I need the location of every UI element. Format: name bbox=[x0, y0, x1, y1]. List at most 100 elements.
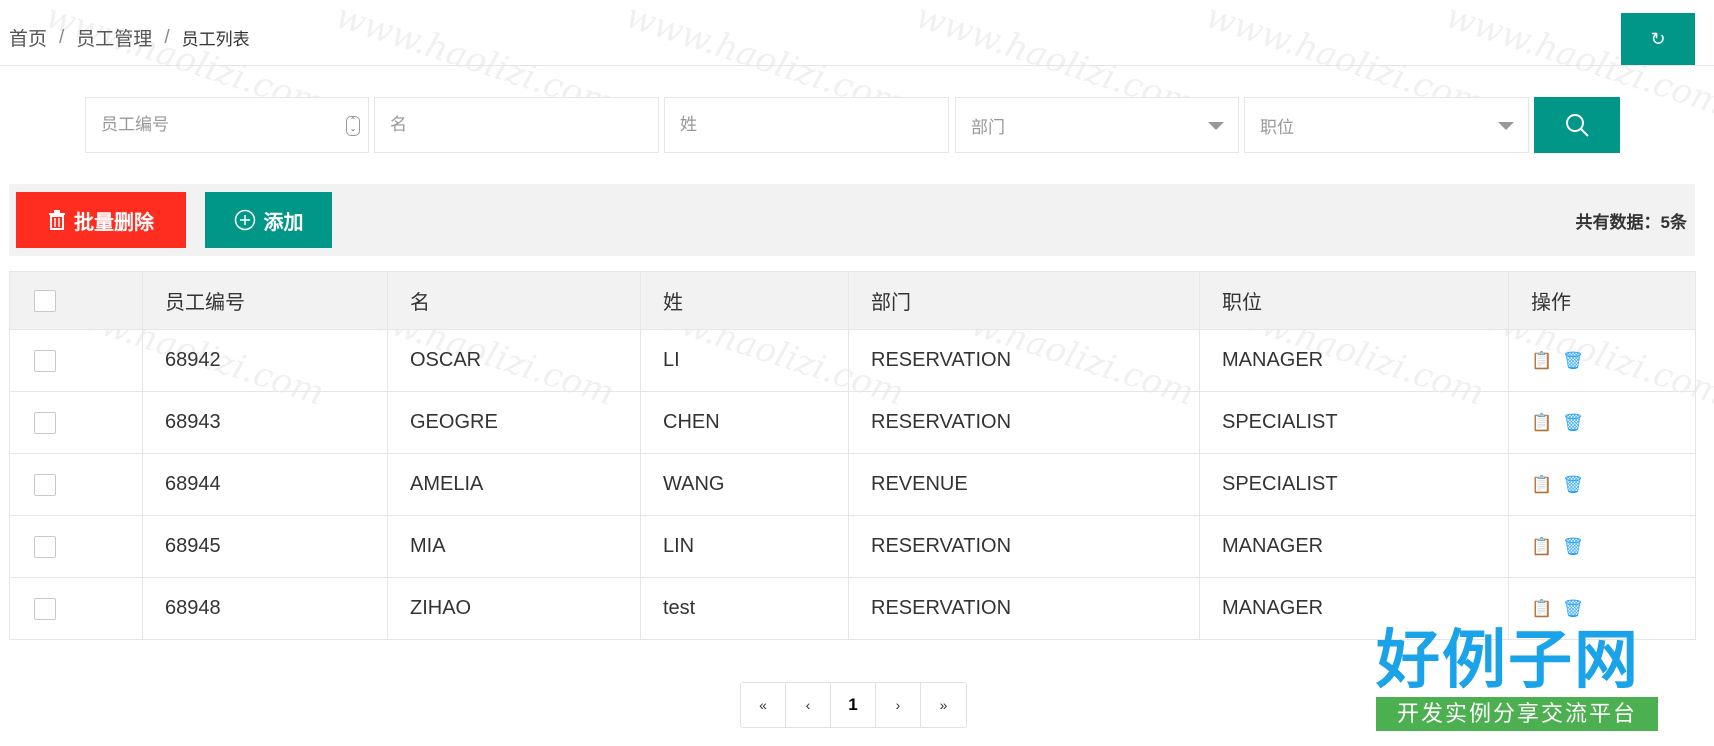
breadcrumb: 首页 / 员工管理 / 员工列表 bbox=[9, 24, 250, 51]
row-select-cell bbox=[9, 329, 143, 392]
breadcrumb-separator: / bbox=[164, 26, 170, 48]
cell-last-name: LI bbox=[640, 329, 849, 392]
row-checkbox[interactable] bbox=[34, 473, 56, 496]
delete-icon[interactable]: 🗑 bbox=[1562, 476, 1584, 493]
cell-department: REVENUE bbox=[848, 453, 1200, 516]
row-checkbox[interactable] bbox=[34, 411, 56, 434]
batch-delete-button[interactable]: 批量删除 bbox=[16, 192, 186, 248]
cell-department: RESERVATION bbox=[848, 329, 1200, 392]
table-row: 68945 MIA LIN RESERVATION MANAGER 📋 🗑 bbox=[9, 515, 1696, 578]
cell-department: RESERVATION bbox=[848, 577, 1200, 640]
column-header: 职位 bbox=[1199, 271, 1509, 330]
edit-icon[interactable]: 📋 bbox=[1531, 600, 1552, 617]
spinner-icon[interactable]: ⌃ ⌄ bbox=[346, 116, 360, 136]
last-name-field[interactable] bbox=[664, 97, 949, 153]
cell-last-name: WANG bbox=[640, 453, 849, 516]
delete-icon[interactable]: 🗑 bbox=[1562, 600, 1584, 617]
cell-position: SPECIALIST bbox=[1199, 453, 1509, 516]
table-toolbar: 批量删除 添加 共有数据：5条 bbox=[9, 184, 1695, 256]
logo-sub-text: 开发实例分享交流平台 bbox=[1376, 697, 1658, 731]
row-actions: 📋 🗑 bbox=[1531, 414, 1584, 431]
delete-icon[interactable]: 🗑 bbox=[1562, 352, 1584, 369]
row-actions: 📋 🗑 bbox=[1531, 538, 1584, 555]
chevron-down-icon bbox=[1208, 122, 1224, 130]
first-page-button[interactable]: « bbox=[741, 683, 786, 727]
row-select-cell bbox=[9, 577, 143, 640]
column-header: 员工编号 bbox=[142, 271, 388, 330]
plus-circle-icon bbox=[234, 209, 255, 231]
cell-actions: 📋 🗑 bbox=[1508, 515, 1696, 578]
next-page-button[interactable]: › bbox=[876, 683, 921, 727]
column-header: 部门 bbox=[848, 271, 1200, 330]
row-checkbox[interactable] bbox=[34, 597, 56, 620]
department-select[interactable]: 部门 bbox=[955, 97, 1239, 153]
chevron-down-icon bbox=[1498, 122, 1514, 130]
cell-first-name: GEOGRE bbox=[387, 391, 641, 454]
logo-main-text: 好例子网 bbox=[1376, 623, 1640, 698]
breadcrumb-section[interactable]: 员工管理 bbox=[76, 24, 152, 51]
prev-page-button[interactable]: ‹ bbox=[786, 683, 831, 727]
emp-id-field[interactable]: ⌃⌄ bbox=[85, 97, 369, 153]
search-icon bbox=[1566, 114, 1589, 137]
cell-first-name: OSCAR bbox=[387, 329, 641, 392]
row-actions: 📋 🗑 bbox=[1531, 476, 1584, 493]
edit-icon[interactable]: 📋 bbox=[1531, 352, 1552, 369]
cell-last-name: test bbox=[640, 577, 849, 640]
cell-first-name: ZIHAO bbox=[387, 577, 641, 640]
row-select-cell bbox=[9, 391, 143, 454]
add-button[interactable]: 添加 bbox=[205, 192, 332, 248]
row-actions: 📋 🗑 bbox=[1531, 600, 1584, 617]
delete-icon[interactable]: 🗑 bbox=[1562, 414, 1584, 431]
delete-icon[interactable]: 🗑 bbox=[1562, 538, 1584, 555]
cell-first-name: AMELIA bbox=[387, 453, 641, 516]
first-name-field[interactable] bbox=[374, 97, 659, 153]
batch-delete-label: 批量删除 bbox=[74, 211, 154, 234]
table-row: 68942 OSCAR LI RESERVATION MANAGER 📋 🗑 bbox=[9, 329, 1696, 392]
last-name-input[interactable] bbox=[680, 115, 948, 135]
breadcrumb-separator: / bbox=[59, 26, 65, 48]
cell-first-name: MIA bbox=[387, 515, 641, 578]
search-button[interactable] bbox=[1534, 97, 1620, 153]
position-select-placeholder: 职位 bbox=[1260, 117, 1294, 137]
top-bar: 首页 / 员工管理 / 员工列表 ↻ bbox=[0, 0, 1714, 66]
watermark-logo: 好例子网 开发实例分享交流平台 bbox=[1376, 625, 1658, 731]
row-checkbox[interactable] bbox=[34, 349, 56, 372]
table-row: 68944 AMELIA WANG REVENUE SPECIALIST 📋 🗑 bbox=[9, 453, 1696, 516]
row-checkbox[interactable] bbox=[34, 535, 56, 558]
cell-emp-id: 68943 bbox=[142, 391, 388, 454]
cell-actions: 📋 🗑 bbox=[1508, 453, 1696, 516]
cell-emp-id: 68942 bbox=[142, 329, 388, 392]
edit-icon[interactable]: 📋 bbox=[1531, 476, 1552, 493]
refresh-button[interactable]: ↻ bbox=[1621, 13, 1695, 65]
employee-table: 员工编号 名 姓 部门 职位 操作 68942 OSCAR LI RESERVA… bbox=[9, 271, 1696, 640]
cell-emp-id: 68945 bbox=[142, 515, 388, 578]
add-label: 添加 bbox=[263, 211, 304, 234]
cell-last-name: LIN bbox=[640, 515, 849, 578]
breadcrumb-home[interactable]: 首页 bbox=[9, 24, 47, 51]
row-select-cell bbox=[9, 515, 143, 578]
position-select[interactable]: 职位 bbox=[1244, 97, 1529, 153]
select-all-checkbox[interactable] bbox=[34, 289, 56, 312]
table-row: 68943 GEOGRE CHEN RESERVATION SPECIALIST… bbox=[9, 391, 1696, 454]
cell-last-name: CHEN bbox=[640, 391, 849, 454]
row-actions: 📋 🗑 bbox=[1531, 352, 1584, 369]
total-count: 共有数据：5条 bbox=[1575, 213, 1687, 232]
last-page-button[interactable]: » bbox=[921, 683, 966, 727]
cell-emp-id: 68944 bbox=[142, 453, 388, 516]
select-all-cell bbox=[9, 271, 143, 330]
table-header-row: 员工编号 名 姓 部门 职位 操作 bbox=[9, 271, 1696, 330]
edit-icon[interactable]: 📋 bbox=[1531, 538, 1552, 555]
emp-id-input[interactable] bbox=[101, 115, 368, 135]
column-header: 名 bbox=[387, 271, 641, 330]
cell-actions: 📋 🗑 bbox=[1508, 329, 1696, 392]
edit-icon[interactable]: 📋 bbox=[1531, 414, 1552, 431]
cell-emp-id: 68948 bbox=[142, 577, 388, 640]
cell-department: RESERVATION bbox=[848, 515, 1200, 578]
department-select-placeholder: 部门 bbox=[971, 117, 1005, 137]
first-name-input[interactable] bbox=[390, 115, 658, 135]
current-page[interactable]: 1 bbox=[831, 683, 876, 727]
column-header: 姓 bbox=[640, 271, 849, 330]
cell-department: RESERVATION bbox=[848, 391, 1200, 454]
row-select-cell bbox=[9, 453, 143, 516]
cell-actions: 📋 🗑 bbox=[1508, 391, 1696, 454]
